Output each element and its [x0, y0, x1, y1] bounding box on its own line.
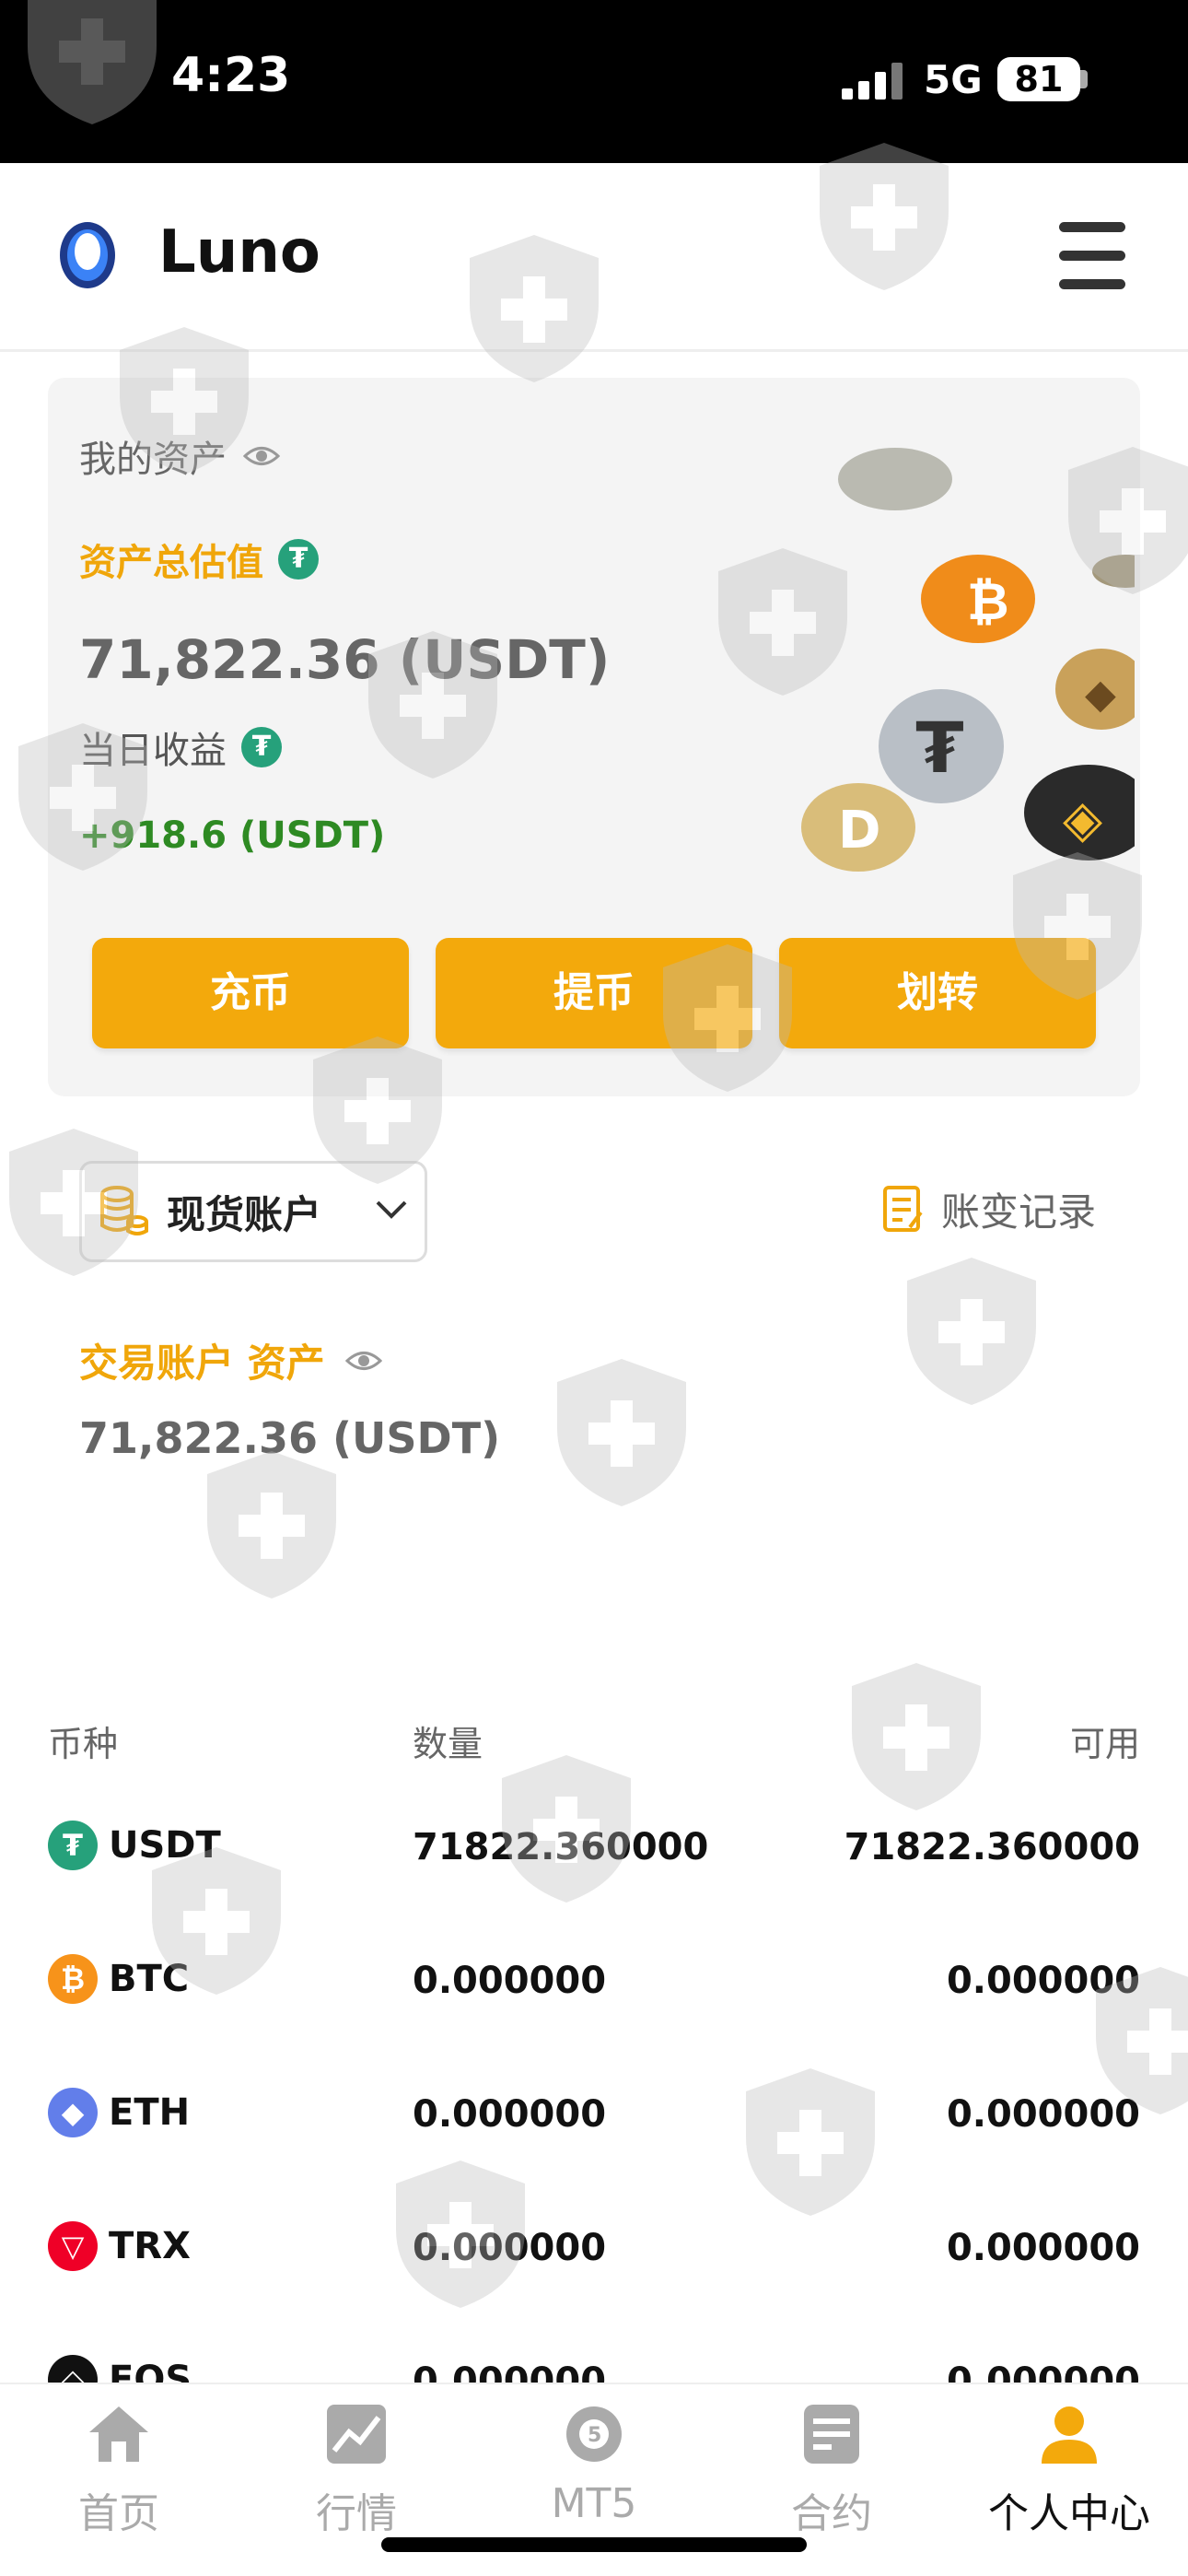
column-header-qty: 数量 — [413, 1724, 483, 1764]
coin-available: 0.000000 — [946, 2093, 1140, 2136]
today-earnings-row: 当日收益 ₮ — [79, 720, 282, 774]
trade-account-value: 71,822.36 (USDT) — [79, 1413, 501, 1463]
app-header: Luno — [0, 163, 1188, 352]
my-assets-label: 我的资产 — [79, 439, 227, 481]
contract-icon — [804, 2405, 859, 2464]
status-time: 4:23 — [171, 48, 291, 103]
nav-mt5-label: MT5 — [551, 2480, 637, 2527]
nav-home-label: 首页 — [78, 2490, 159, 2537]
tether-icon: ₮ — [241, 727, 282, 767]
account-type-label: 现货账户 — [167, 1191, 322, 1237]
tether-icon: ₮ — [278, 539, 319, 580]
transfer-button[interactable]: 划转 — [779, 938, 1096, 1048]
deposit-button[interactable]: 充币 — [92, 938, 409, 1048]
nav-contract-label: 合约 — [791, 2490, 872, 2537]
nav-mt5[interactable]: 5 MT5 — [502, 2401, 686, 2527]
home-icon — [89, 2406, 148, 2462]
coin-qty: 0.000000 — [413, 2093, 607, 2136]
table-row[interactable]: ◆ ETH 0.000000 0.000000 — [0, 2062, 1188, 2172]
my-assets-row: 我的资产 — [79, 429, 280, 483]
withdraw-button[interactable]: 提币 — [436, 938, 752, 1048]
eth-icon: ◆ — [48, 2088, 98, 2137]
total-value-row: 资产总估值 ₮ — [79, 533, 319, 586]
shield-watermark-icon — [907, 1258, 1036, 1405]
user-icon — [1042, 2406, 1097, 2464]
svg-text:D: D — [838, 801, 880, 861]
account-type-dropdown[interactable]: 现货账户 — [79, 1161, 427, 1262]
ledger-link[interactable]: 账变记录 — [882, 1181, 1096, 1237]
svg-text:◆: ◆ — [1085, 671, 1116, 718]
table-row[interactable]: ₮ USDT 71822.360000 71822.360000 — [0, 1795, 1188, 1905]
luno-logo-icon — [60, 222, 115, 288]
hamburger-menu-icon[interactable] — [1059, 222, 1125, 290]
trade-account-row: 交易账户 资产 — [79, 1332, 382, 1388]
market-chart-icon — [327, 2405, 386, 2464]
coin-symbol: USDT — [109, 1824, 221, 1867]
coin-available: 0.000000 — [946, 1960, 1140, 2002]
coin-symbol: TRX — [109, 2225, 191, 2267]
usdt-icon: ₮ — [48, 1821, 98, 1870]
nav-market[interactable]: 行情 — [264, 2401, 448, 2539]
coin-symbol: ETH — [109, 2091, 191, 2134]
total-value: 71,822.36 (USDT) — [79, 628, 611, 691]
coin-available: 71822.360000 — [844, 1826, 1140, 1868]
svg-text:₿: ₿ — [967, 572, 1009, 632]
coin-qty: 0.000000 — [413, 2227, 607, 2269]
coin-qty: 71822.360000 — [413, 1826, 709, 1868]
ledger-icon — [883, 1185, 923, 1232]
trx-icon: ▽ — [48, 2221, 98, 2271]
svg-text:5: 5 — [588, 2424, 601, 2447]
nav-home[interactable]: 首页 — [27, 2401, 211, 2539]
coin-stack-icon — [100, 1186, 148, 1235]
nav-contract[interactable]: 合约 — [740, 2401, 924, 2539]
home-indicator — [381, 2537, 807, 2552]
coin-available: 0.000000 — [946, 2227, 1140, 2269]
shield-watermark-icon — [207, 1451, 336, 1598]
shield-watermark-icon — [557, 1359, 686, 1506]
today-earnings-label: 当日收益 — [79, 730, 227, 772]
nav-profile[interactable]: 个人中心 — [977, 2401, 1161, 2539]
trade-account-label: 交易账户 资产 — [79, 1341, 325, 1386]
battery-cap — [1080, 70, 1088, 88]
nav-profile-label: 个人中心 — [988, 2490, 1150, 2537]
network-label: 5G — [924, 57, 983, 102]
signal-icon — [842, 63, 903, 100]
coin-qty: 0.000000 — [413, 1960, 607, 2002]
nav-market-label: 行情 — [316, 2490, 397, 2537]
shield-watermark-icon — [852, 1663, 981, 1810]
svg-text:◈: ◈ — [1063, 790, 1102, 849]
battery-icon: 81 — [997, 57, 1080, 101]
eye-icon[interactable] — [344, 1349, 382, 1373]
brand-name: Luno — [158, 218, 320, 287]
btc-icon: ₿ — [48, 1954, 98, 2004]
column-header-coin: 币种 — [48, 1724, 119, 1764]
crypto-coins-illustration: ₿ ◆ ₮ D ◈ — [801, 448, 1135, 872]
chevron-down-icon — [376, 1200, 407, 1219]
status-bar: 4:23 5G 81 — [0, 0, 1188, 163]
total-value-label: 资产总估值 — [79, 542, 263, 584]
table-row[interactable]: ₿ BTC 0.000000 0.000000 — [0, 1928, 1188, 2039]
asset-summary-card: 我的资产 资产总估值 ₮ 71,822.36 (USDT) 当日收益 ₮ +91… — [48, 378, 1140, 1096]
column-header-available: 可用 — [1069, 1724, 1140, 1764]
eye-icon[interactable] — [243, 444, 280, 468]
today-earnings-value: +918.6 (USDT) — [79, 814, 386, 857]
mt5-icon: 5 — [566, 2406, 622, 2462]
svg-text:₮: ₮ — [915, 707, 964, 789]
coin-symbol: BTC — [109, 1958, 190, 2000]
ledger-label: 账变记录 — [941, 1189, 1097, 1235]
table-row[interactable]: ▽ TRX 0.000000 0.000000 — [0, 2195, 1188, 2306]
